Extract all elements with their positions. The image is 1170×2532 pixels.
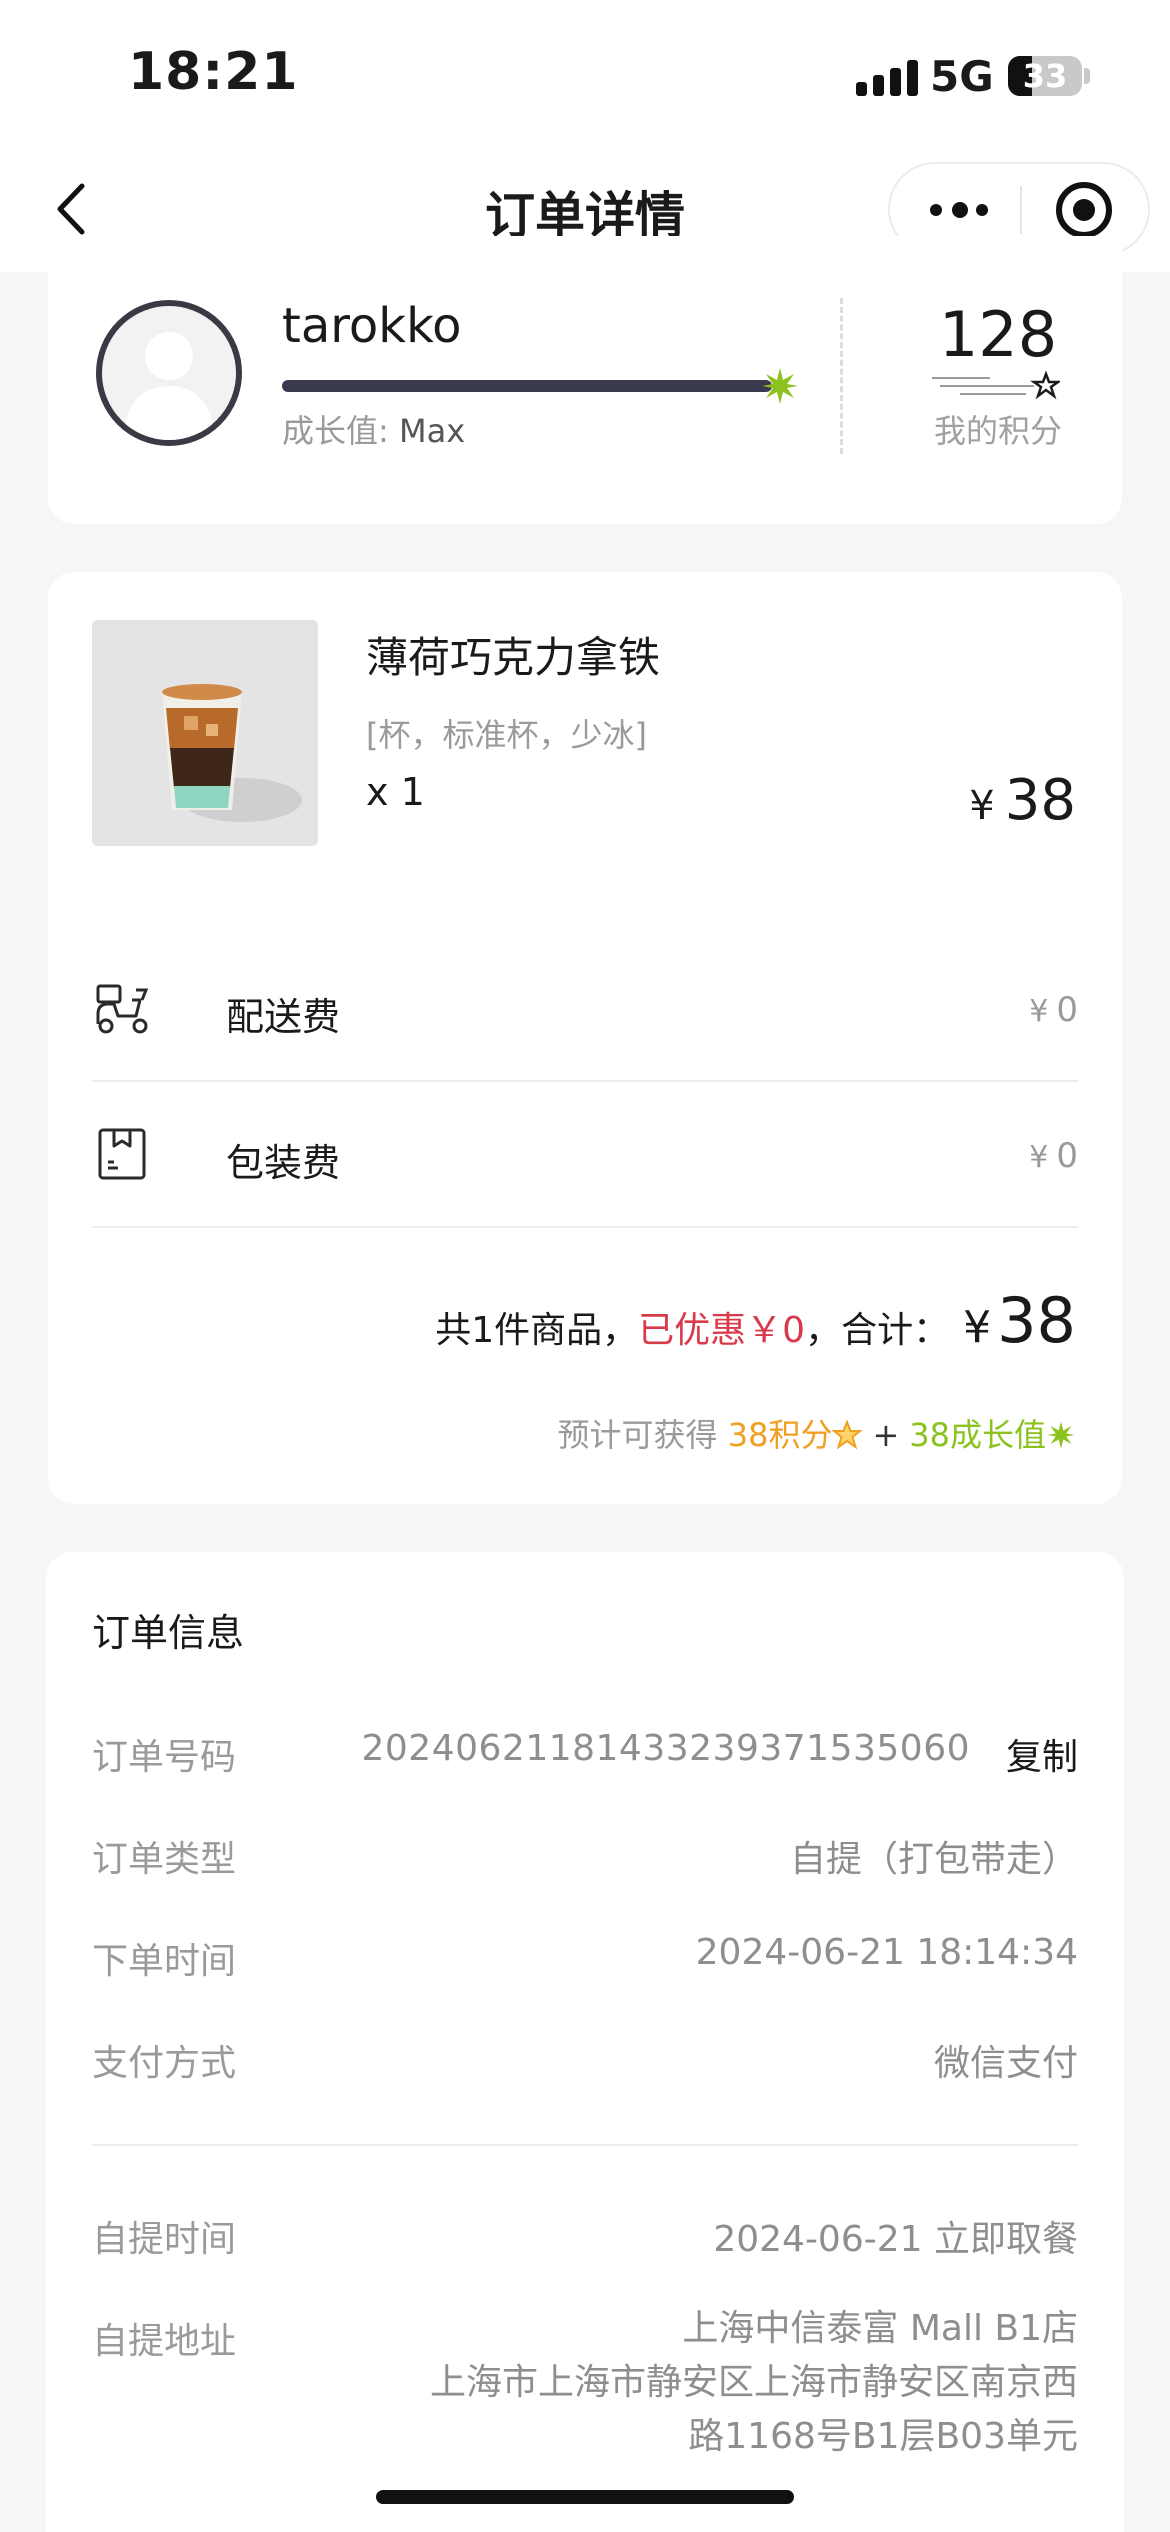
fee-row-packaging: 包装费 ¥0 [92,1082,1078,1228]
info-key: 订单号码 [92,1737,237,1778]
info-divider [92,2144,1078,2146]
battery-icon: 33 [1008,56,1082,96]
signal-icon [856,60,918,96]
total-prefix: ，合计： [805,1310,950,1351]
capsule-divider [1020,186,1022,234]
fee-row-delivery: 配送费 ¥0 [92,936,1078,1082]
iced-latte-icon [92,620,318,846]
order-items-card: 薄荷巧克力拿铁 [杯，标准杯，少冰] x 1 ¥38 配送费 ¥0 包装费 ¥0… [48,572,1122,1504]
points-label: 我的积分 [933,412,1062,450]
order-info-card: 订单信息 订单号码 2024062118143323937153506​0 复制… [46,1552,1124,2532]
address-line: 上海中信泰富 Mall B1店 [682,2308,1078,2349]
avatar[interactable] [96,300,242,446]
growth-star-icon [1047,1421,1075,1449]
points-star-icon [832,1420,863,1450]
points-speed-icon [932,370,1060,400]
price-currency: ¥ [969,783,995,829]
estimate-growth: 38成长值 [909,1416,1046,1454]
growth-star-icon [762,368,798,404]
growth-prefix: 成长值: [282,412,389,450]
item-count: 共1件商品， [435,1310,639,1351]
pickup-address: 上海中信泰富 Mall B1店 上海市上海市静安区上海市静安区南京西 路1168… [430,2302,1078,2464]
fee-value: ¥0 [1029,1136,1078,1176]
product-image [92,620,318,846]
info-key: 支付方式 [92,2043,237,2084]
status-time: 18:21 [128,42,299,102]
scooter-icon [96,984,149,1034]
battery-tip [1084,68,1090,84]
info-value: 自提（打包带走） [789,1839,1078,1880]
order-summary: 共1件商品，已优惠￥0，合计： ¥38 [435,1284,1076,1357]
copy-button[interactable]: 复制 [1006,1728,1078,1780]
estimate-prefix: 预计可获得 [557,1416,718,1454]
product-price: ¥38 [969,768,1076,833]
package-icon [98,1128,146,1180]
product-name: 薄荷巧克力拿铁 [366,633,661,682]
network-label: 5G [930,52,994,101]
user-silhouette-icon [124,332,214,440]
fee-label: 配送费 [226,995,341,1039]
total-currency: ¥ [963,1302,992,1353]
order-info-title: 订单信息 [92,1611,245,1655]
profile-card: tarokko 成长值: Max 128 我的积分 [48,236,1122,524]
profile-divider [840,298,843,454]
price-amount: 38 [1004,768,1076,833]
info-key: 自提时间 [92,2219,237,2260]
info-key: 下单时间 [92,1941,237,1982]
total-amount: 38 [997,1284,1076,1357]
fee-value: ¥0 [1029,990,1078,1030]
info-key: 自提地址 [92,2321,237,2362]
product-spec: [杯，标准杯，少冰] [366,716,647,754]
info-value: 2024-06-21 立即取餐 [713,2219,1078,2260]
discount-text: 已优惠￥0 [638,1310,806,1351]
username: tarokko [282,298,462,354]
close-miniprogram-button[interactable] [1056,182,1112,238]
growth-value-label: 成长值: Max [282,406,465,452]
growth-value: Max [398,412,466,450]
address-line: 路1168号B1层B03单元 [688,2416,1078,2457]
status-bar: 18:21 5G 33 [0,0,1170,150]
estimate-points: 38积分 [727,1416,833,1454]
points-value[interactable]: 128 [908,298,1088,371]
home-indicator [376,2490,794,2504]
growth-progress-bar [282,380,772,392]
info-value: 2024-06-21 18:14:34 [695,1932,1078,1973]
estimate-plus: + [872,1416,900,1454]
info-value: 微信支付 [933,2043,1078,2084]
order-number: 2024062118143323937153506​0 [361,1728,970,1769]
reward-estimate: 预计可获得 38积分 +38成长值 [558,1410,1076,1456]
address-line: 上海市上海市静安区上海市静安区南京西 [429,2362,1078,2403]
fee-label: 包装费 [226,1141,341,1185]
info-key: 订单类型 [92,1839,237,1880]
battery-level: 33 [1022,57,1068,95]
product-quantity: x 1 [366,770,425,814]
